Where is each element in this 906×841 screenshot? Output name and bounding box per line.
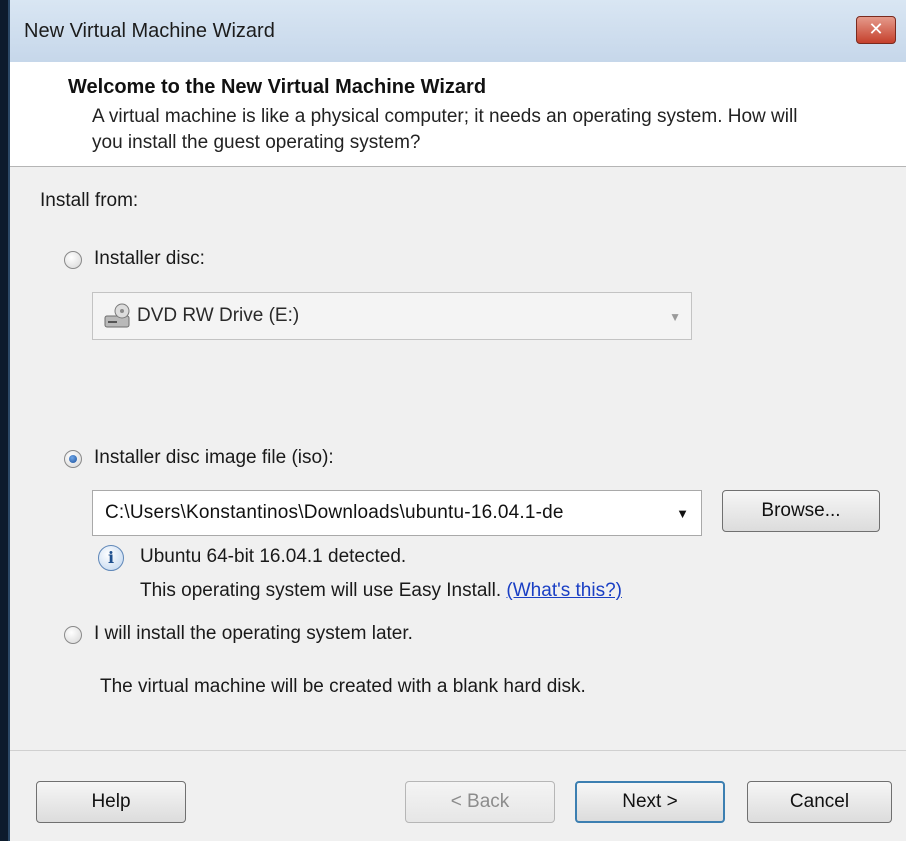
iso-file-radio[interactable] [64,450,82,468]
os-detected-text: Ubuntu 64-bit 16.04.1 detected. [140,546,407,567]
close-icon: ✕ [868,19,884,39]
header-title: Welcome to the New Virtual Machine Wizar… [68,76,487,98]
dvd-drive-icon [104,303,130,328]
window-title: New Virtual Machine Wizard [24,20,275,42]
back-button[interactable]: < Back [405,781,555,823]
whats-this-link[interactable]: (What's this?) [506,580,622,601]
installer-disc-label[interactable]: Installer disc: [94,248,205,270]
title-bar[interactable]: New Virtual Machine Wizard ✕ [10,0,906,63]
wizard-header: Welcome to the New Virtual Machine Wizar… [10,62,906,167]
iso-path-value[interactable]: C:\Users\Konstantinos\Downloads\ubuntu-1… [105,502,564,524]
header-description: A virtual machine is like a physical com… [92,106,798,153]
close-button[interactable]: ✕ [856,16,896,44]
blank-disk-note: The virtual machine will be created with… [100,676,586,697]
iso-path-combobox[interactable]: C:\Users\Konstantinos\Downloads\ubuntu-1… [92,490,702,536]
install-later-radio[interactable] [64,626,82,644]
info-icon: i [98,545,124,571]
install-later-label[interactable]: I will install the operating system late… [94,623,413,645]
chevron-down-icon[interactable]: ▼ [676,506,689,521]
easy-install-text: This operating system will use Easy Inst… [140,580,502,601]
iso-file-label[interactable]: Installer disc image file (iso): [94,447,334,469]
next-button[interactable]: Next > [575,781,725,823]
help-button[interactable]: Help [36,781,186,823]
chevron-down-icon: ▼ [669,310,681,324]
disc-drive-select[interactable]: DVD RW Drive (E:) ▼ [92,292,692,340]
browse-button[interactable]: Browse... [722,490,880,532]
easy-install-line: This operating system will use Easy Inst… [140,580,622,602]
footer-divider [10,750,906,751]
installer-disc-radio[interactable] [64,251,82,269]
cancel-button[interactable]: Cancel [747,781,892,823]
wizard-window: New Virtual Machine Wizard ✕ Welcome to … [8,0,906,841]
install-from-label: Install from: [40,190,139,211]
disc-drive-value: DVD RW Drive (E:) [137,305,300,326]
